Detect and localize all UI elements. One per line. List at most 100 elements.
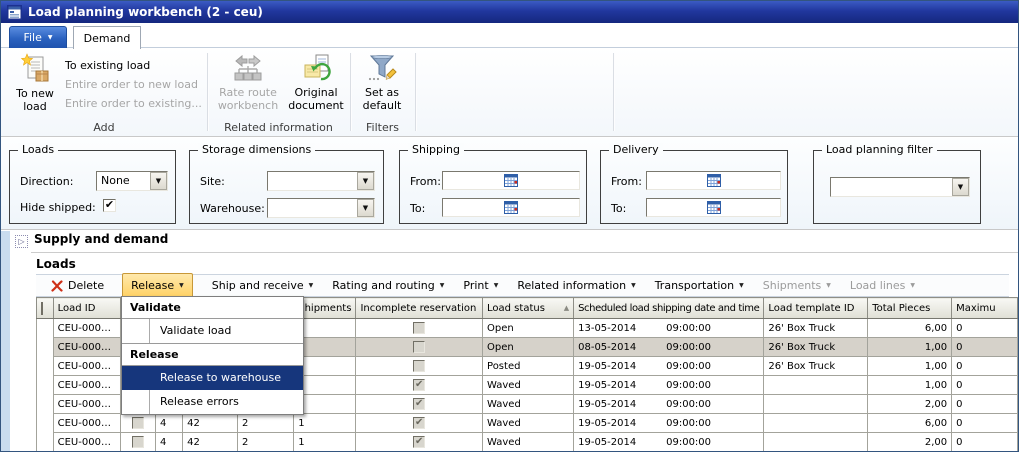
cell-load-status[interactable]: Open <box>483 319 574 338</box>
col-header-scheduled-date[interactable]: Scheduled load shipping date and time <box>574 298 764 319</box>
cell-total-pieces[interactable]: 1,00 <box>868 338 952 357</box>
cell-maximum[interactable]: 0 <box>952 395 1018 414</box>
cell-scheduled-date[interactable]: 19-05-201409:00:00 <box>574 395 764 414</box>
chevron-down-icon[interactable]: ▼ <box>357 199 374 217</box>
cell-loaded[interactable] <box>121 433 156 452</box>
tab-demand[interactable]: Demand <box>73 26 141 49</box>
col-header-incomplete-reservation[interactable]: Incomplete reservation <box>356 298 483 319</box>
chevron-down-icon[interactable]: ▼ <box>150 172 167 190</box>
row-marker[interactable] <box>37 414 54 433</box>
row-marker[interactable] <box>37 433 54 452</box>
table-row[interactable]: CEU-000… 4 42 2 1 Waved 19-05-201409:00:… <box>37 433 1018 452</box>
cell-load-template[interactable] <box>764 395 868 414</box>
cell-load-template[interactable] <box>764 414 868 433</box>
cell-scheduled-date[interactable]: 19-05-201409:00:00 <box>574 433 764 452</box>
calendar-icon[interactable] <box>504 174 518 187</box>
cell-maximum[interactable]: 0 <box>952 319 1018 338</box>
set-as-default-button[interactable]: Set as default <box>352 52 412 112</box>
row-marker[interactable] <box>37 395 54 414</box>
menu-item-release-errors[interactable]: Release errors <box>122 390 303 414</box>
select-all-checkbox[interactable] <box>41 302 43 315</box>
cell-load-id[interactable]: CEU-000… <box>53 433 121 452</box>
load-planning-filter-select[interactable]: ▼ <box>830 177 970 197</box>
chevron-down-icon[interactable]: ▼ <box>357 172 374 190</box>
direction-select[interactable]: None ▼ <box>96 171 168 191</box>
shipping-to-input[interactable] <box>442 198 580 217</box>
cell-maximum[interactable]: 0 <box>952 433 1018 452</box>
cell-load-template[interactable]: 26' Box Truck <box>764 357 868 376</box>
cell-load-id[interactable]: CEU-000… <box>53 357 121 376</box>
cell-load-id[interactable]: CEU-000… <box>53 395 121 414</box>
cell-load-status[interactable]: Waved <box>483 433 574 452</box>
cell-incomplete[interactable] <box>356 357 483 376</box>
cell-load-template[interactable] <box>764 376 868 395</box>
cell-c1[interactable]: 4 <box>155 414 182 433</box>
cell-total-pieces[interactable]: 2,00 <box>868 395 952 414</box>
table-row[interactable]: CEU-000… 4 42 2 1 Waved 19-05-201409:00:… <box>37 414 1018 433</box>
cell-incomplete[interactable] <box>356 414 483 433</box>
cell-load-status[interactable]: Waved <box>483 414 574 433</box>
original-document-button[interactable]: Original document <box>285 52 347 112</box>
cell-maximum[interactable]: 0 <box>952 357 1018 376</box>
cell-maximum[interactable]: 0 <box>952 414 1018 433</box>
cell-loaded[interactable] <box>121 414 156 433</box>
cell-incomplete[interactable] <box>356 376 483 395</box>
select-all-header[interactable] <box>37 298 54 319</box>
menu-item-release-to-warehouse[interactable]: Release to warehouse <box>122 366 303 390</box>
cell-scheduled-date[interactable]: 19-05-201409:00:00 <box>574 414 764 433</box>
cell-c2[interactable]: 42 <box>183 414 238 433</box>
cell-incomplete[interactable] <box>356 319 483 338</box>
delete-button[interactable]: Delete <box>51 275 104 296</box>
warehouse-select[interactable]: ▼ <box>267 198 375 218</box>
cell-load-status[interactable]: Posted <box>483 357 574 376</box>
chevron-down-icon[interactable]: ▼ <box>952 178 969 196</box>
cell-load-status[interactable]: Waved <box>483 395 574 414</box>
file-menu-button[interactable]: File ▼ <box>9 26 67 48</box>
cell-load-id[interactable]: CEU-000… <box>53 338 121 357</box>
cell-total-pieces[interactable]: 6,00 <box>868 414 952 433</box>
cell-incomplete[interactable] <box>356 338 483 357</box>
related-information-button[interactable]: Related information ▼ <box>517 275 635 296</box>
ship-and-receive-button[interactable]: Ship and receive ▼ <box>212 275 314 296</box>
cell-maximum[interactable]: 0 <box>952 376 1018 395</box>
print-button[interactable]: Print ▼ <box>463 275 498 296</box>
row-marker[interactable] <box>37 376 54 395</box>
cell-total-pieces[interactable]: 1,00 <box>868 357 952 376</box>
col-header-maximum[interactable]: Maximu <box>952 298 1018 319</box>
col-header-load-status[interactable]: Load status▲ <box>483 298 574 319</box>
calendar-icon[interactable] <box>504 201 518 214</box>
row-marker[interactable] <box>37 319 54 338</box>
cell-shipments[interactable]: 1 <box>294 414 356 433</box>
to-new-load-button[interactable]: To new load <box>9 52 61 130</box>
cell-load-template[interactable]: 26' Box Truck <box>764 338 868 357</box>
calendar-icon[interactable] <box>707 201 721 214</box>
cell-shipments[interactable]: 1 <box>294 433 356 452</box>
cell-load-template[interactable] <box>764 433 868 452</box>
delivery-to-input[interactable] <box>646 198 781 217</box>
cell-load-id[interactable]: CEU-000… <box>53 319 121 338</box>
shipping-from-input[interactable] <box>442 171 580 190</box>
cell-scheduled-date[interactable]: 19-05-201409:00:00 <box>574 376 764 395</box>
cell-load-template[interactable]: 26' Box Truck <box>764 319 868 338</box>
hide-shipped-checkbox[interactable] <box>103 199 116 212</box>
cell-c2[interactable]: 42 <box>183 433 238 452</box>
calendar-icon[interactable] <box>707 174 721 187</box>
row-marker[interactable] <box>37 338 54 357</box>
cell-maximum[interactable]: 0 <box>952 338 1018 357</box>
cell-scheduled-date[interactable]: 08-05-201409:00:00 <box>574 338 764 357</box>
cell-c3[interactable]: 2 <box>238 414 294 433</box>
cell-load-id[interactable]: CEU-000… <box>53 414 121 433</box>
col-header-load-template-id[interactable]: Load template ID <box>764 298 868 319</box>
section-expander-icon[interactable]: ▷ <box>15 235 28 248</box>
cell-total-pieces[interactable]: 6,00 <box>868 319 952 338</box>
cell-scheduled-date[interactable]: 13-05-201409:00:00 <box>574 319 764 338</box>
cell-load-id[interactable]: CEU-000… <box>53 376 121 395</box>
delivery-from-input[interactable] <box>646 171 781 190</box>
row-marker[interactable] <box>37 357 54 376</box>
col-header-total-pieces[interactable]: Total Pieces <box>868 298 952 319</box>
site-select[interactable]: ▼ <box>267 171 375 191</box>
cell-incomplete[interactable] <box>356 433 483 452</box>
release-button[interactable]: Release ▼ <box>122 273 193 298</box>
cell-total-pieces[interactable]: 1,00 <box>868 376 952 395</box>
cell-c1[interactable]: 4 <box>155 433 182 452</box>
